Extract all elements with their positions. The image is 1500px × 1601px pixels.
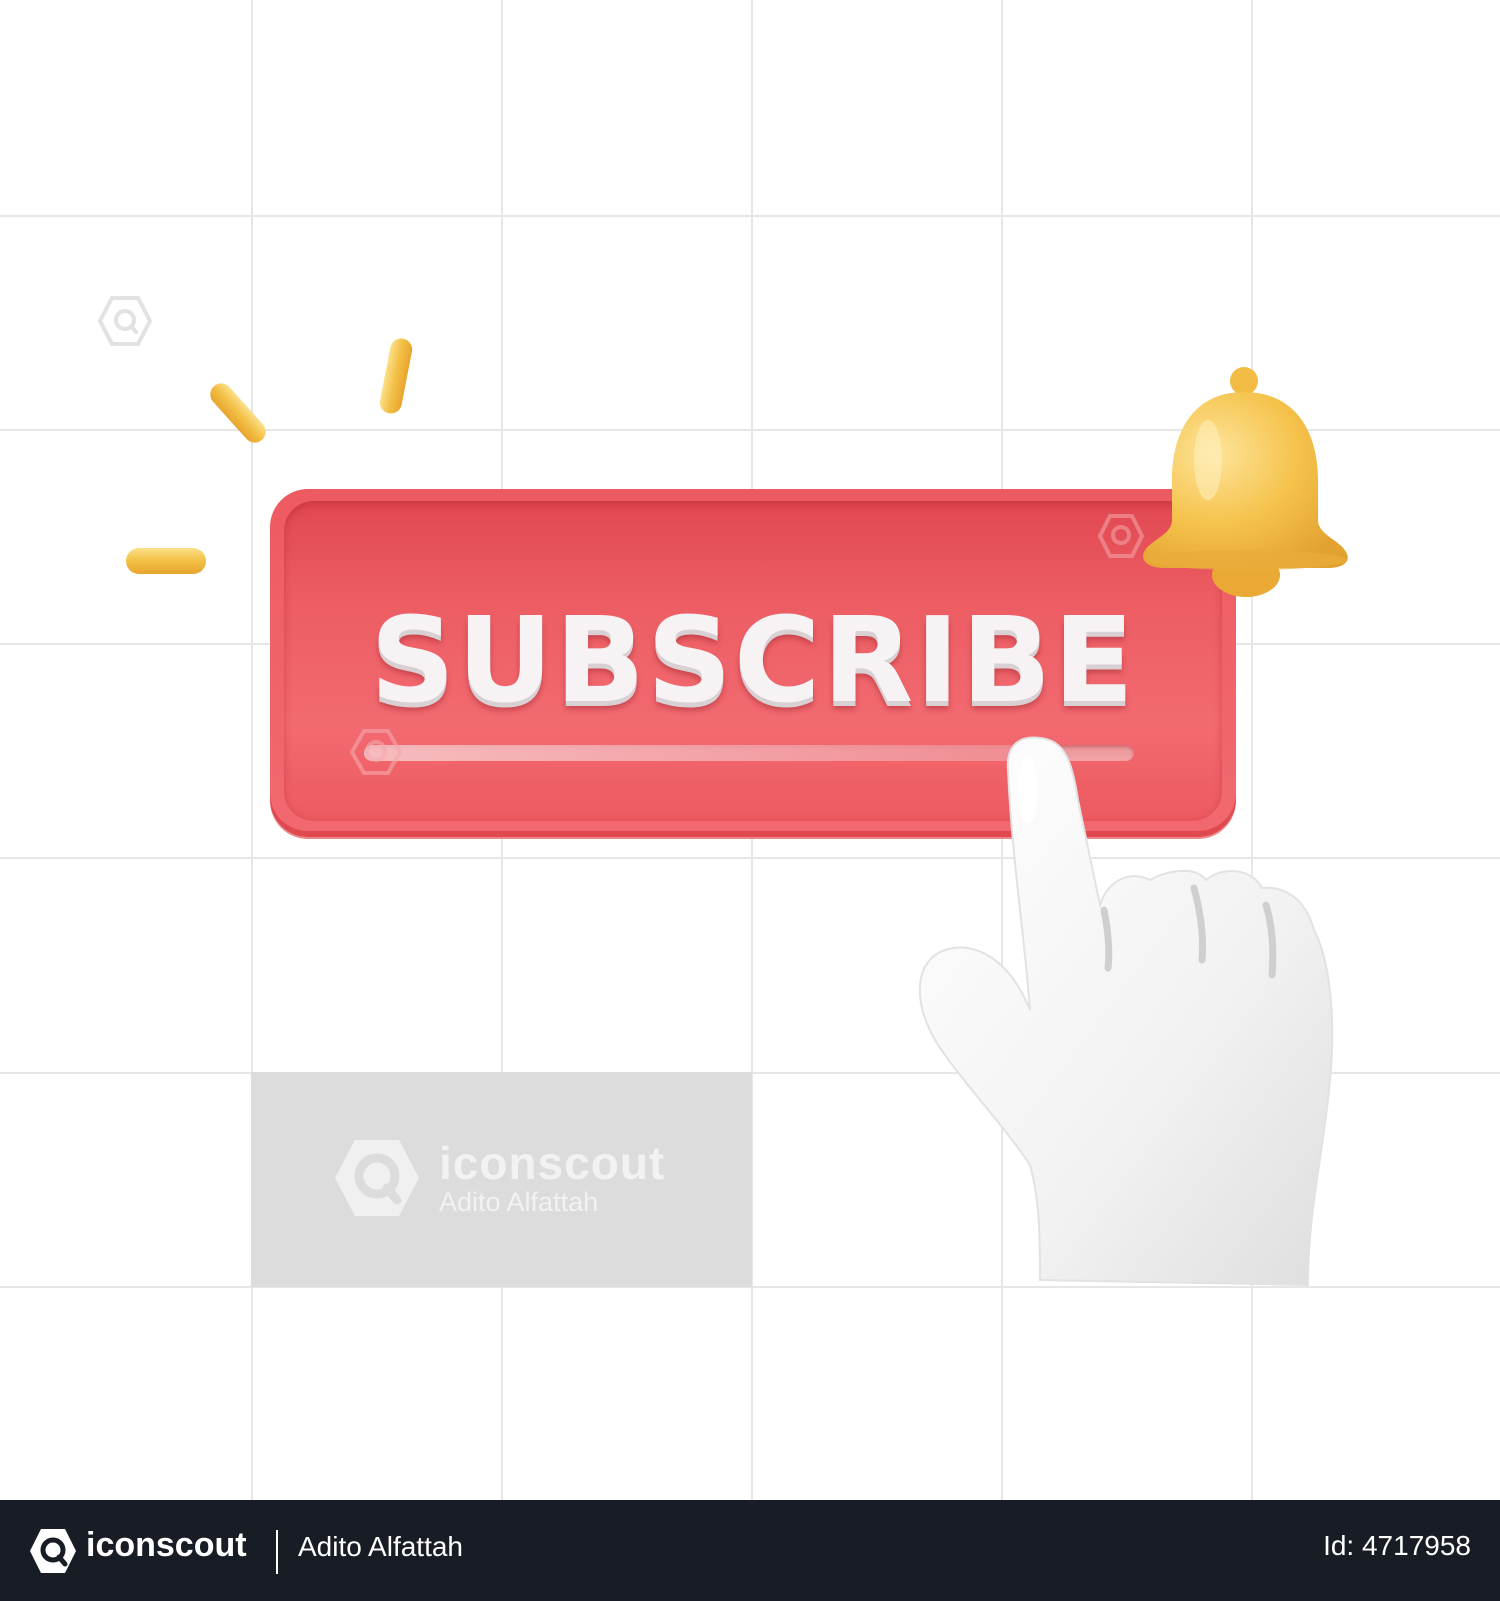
pointing-hand-icon	[918, 736, 1334, 1287]
watermark-small-icon	[1097, 514, 1145, 558]
footer-id: Id: 4717958	[1323, 1530, 1471, 1561]
footer-bar: iconscout Adito Alfattah Id: 4717958	[0, 1500, 1500, 1601]
progress-fill	[364, 745, 1019, 761]
footer-brand[interactable]: iconscout	[86, 1526, 247, 1565]
sparkle-dash-icon	[379, 338, 413, 414]
bell-icon	[1143, 367, 1348, 597]
sparkle-dash-icon	[126, 548, 206, 574]
footer-divider	[276, 1530, 278, 1574]
decoration-layer	[126, 338, 1348, 1287]
illustration-canvas: iconscout Adito Alfattah SUBSCRIBE icons…	[0, 0, 1500, 1601]
footer-author[interactable]: Adito Alfattah	[298, 1531, 463, 1563]
iconscout-logo-icon	[30, 1529, 76, 1573]
sparkle-dash-icon	[210, 383, 266, 443]
